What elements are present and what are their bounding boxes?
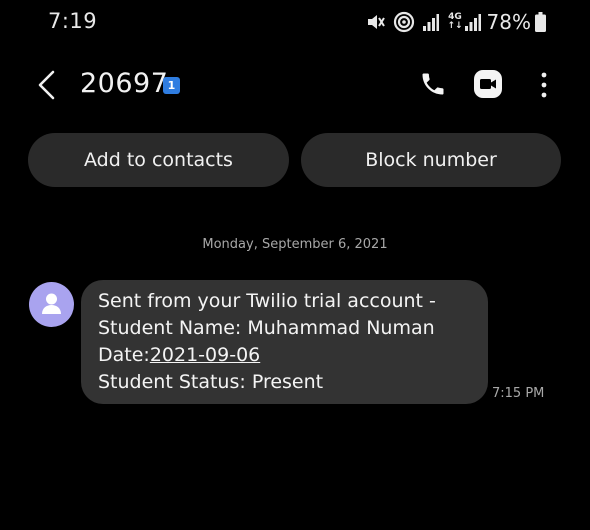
status-bar: 7:19 4G ↑↓ 78% (0, 0, 590, 44)
message-bubble[interactable]: Sent from your Twilio trial account - St… (81, 280, 488, 404)
hotspot-icon (393, 11, 415, 33)
network-activity-label: ↑↓ (447, 21, 463, 31)
signal-icon (423, 12, 440, 32)
status-time: 7:19 (48, 9, 98, 33)
block-number-button[interactable]: Block number (301, 133, 561, 187)
message-line: Student Status: Present (98, 371, 324, 393)
phone-icon[interactable] (419, 70, 447, 98)
sim-badge: 1 (163, 77, 180, 94)
message-date-link[interactable]: 2021-09-06 (150, 344, 260, 366)
message-line: Date:2021-09-06 (98, 342, 474, 369)
more-vertical-icon[interactable] (536, 70, 552, 100)
message-timestamp: 7:15 PM (492, 386, 545, 401)
message-date-label: Date: (98, 344, 150, 366)
add-to-contacts-button[interactable]: Add to contacts (28, 133, 289, 187)
mute-icon (365, 11, 386, 33)
contact-title: 20697 (80, 68, 169, 99)
battery-icon (535, 12, 546, 32)
back-icon[interactable] (34, 68, 60, 102)
signal-icon (464, 12, 481, 32)
battery-percent: 78% (486, 10, 531, 34)
video-call-icon[interactable] (473, 69, 503, 99)
date-divider: Monday, September 6, 2021 (202, 237, 388, 252)
network-type-indicator: 4G ↑↓ (447, 13, 462, 31)
status-icons: 4G ↑↓ 78% (357, 8, 546, 36)
avatar[interactable] (29, 282, 74, 327)
app-bar: 20697 1 (0, 54, 590, 114)
message-line: Sent from your Twilio trial account - (98, 290, 436, 312)
message-line: Student Name: Muhammad Numan (98, 317, 435, 339)
